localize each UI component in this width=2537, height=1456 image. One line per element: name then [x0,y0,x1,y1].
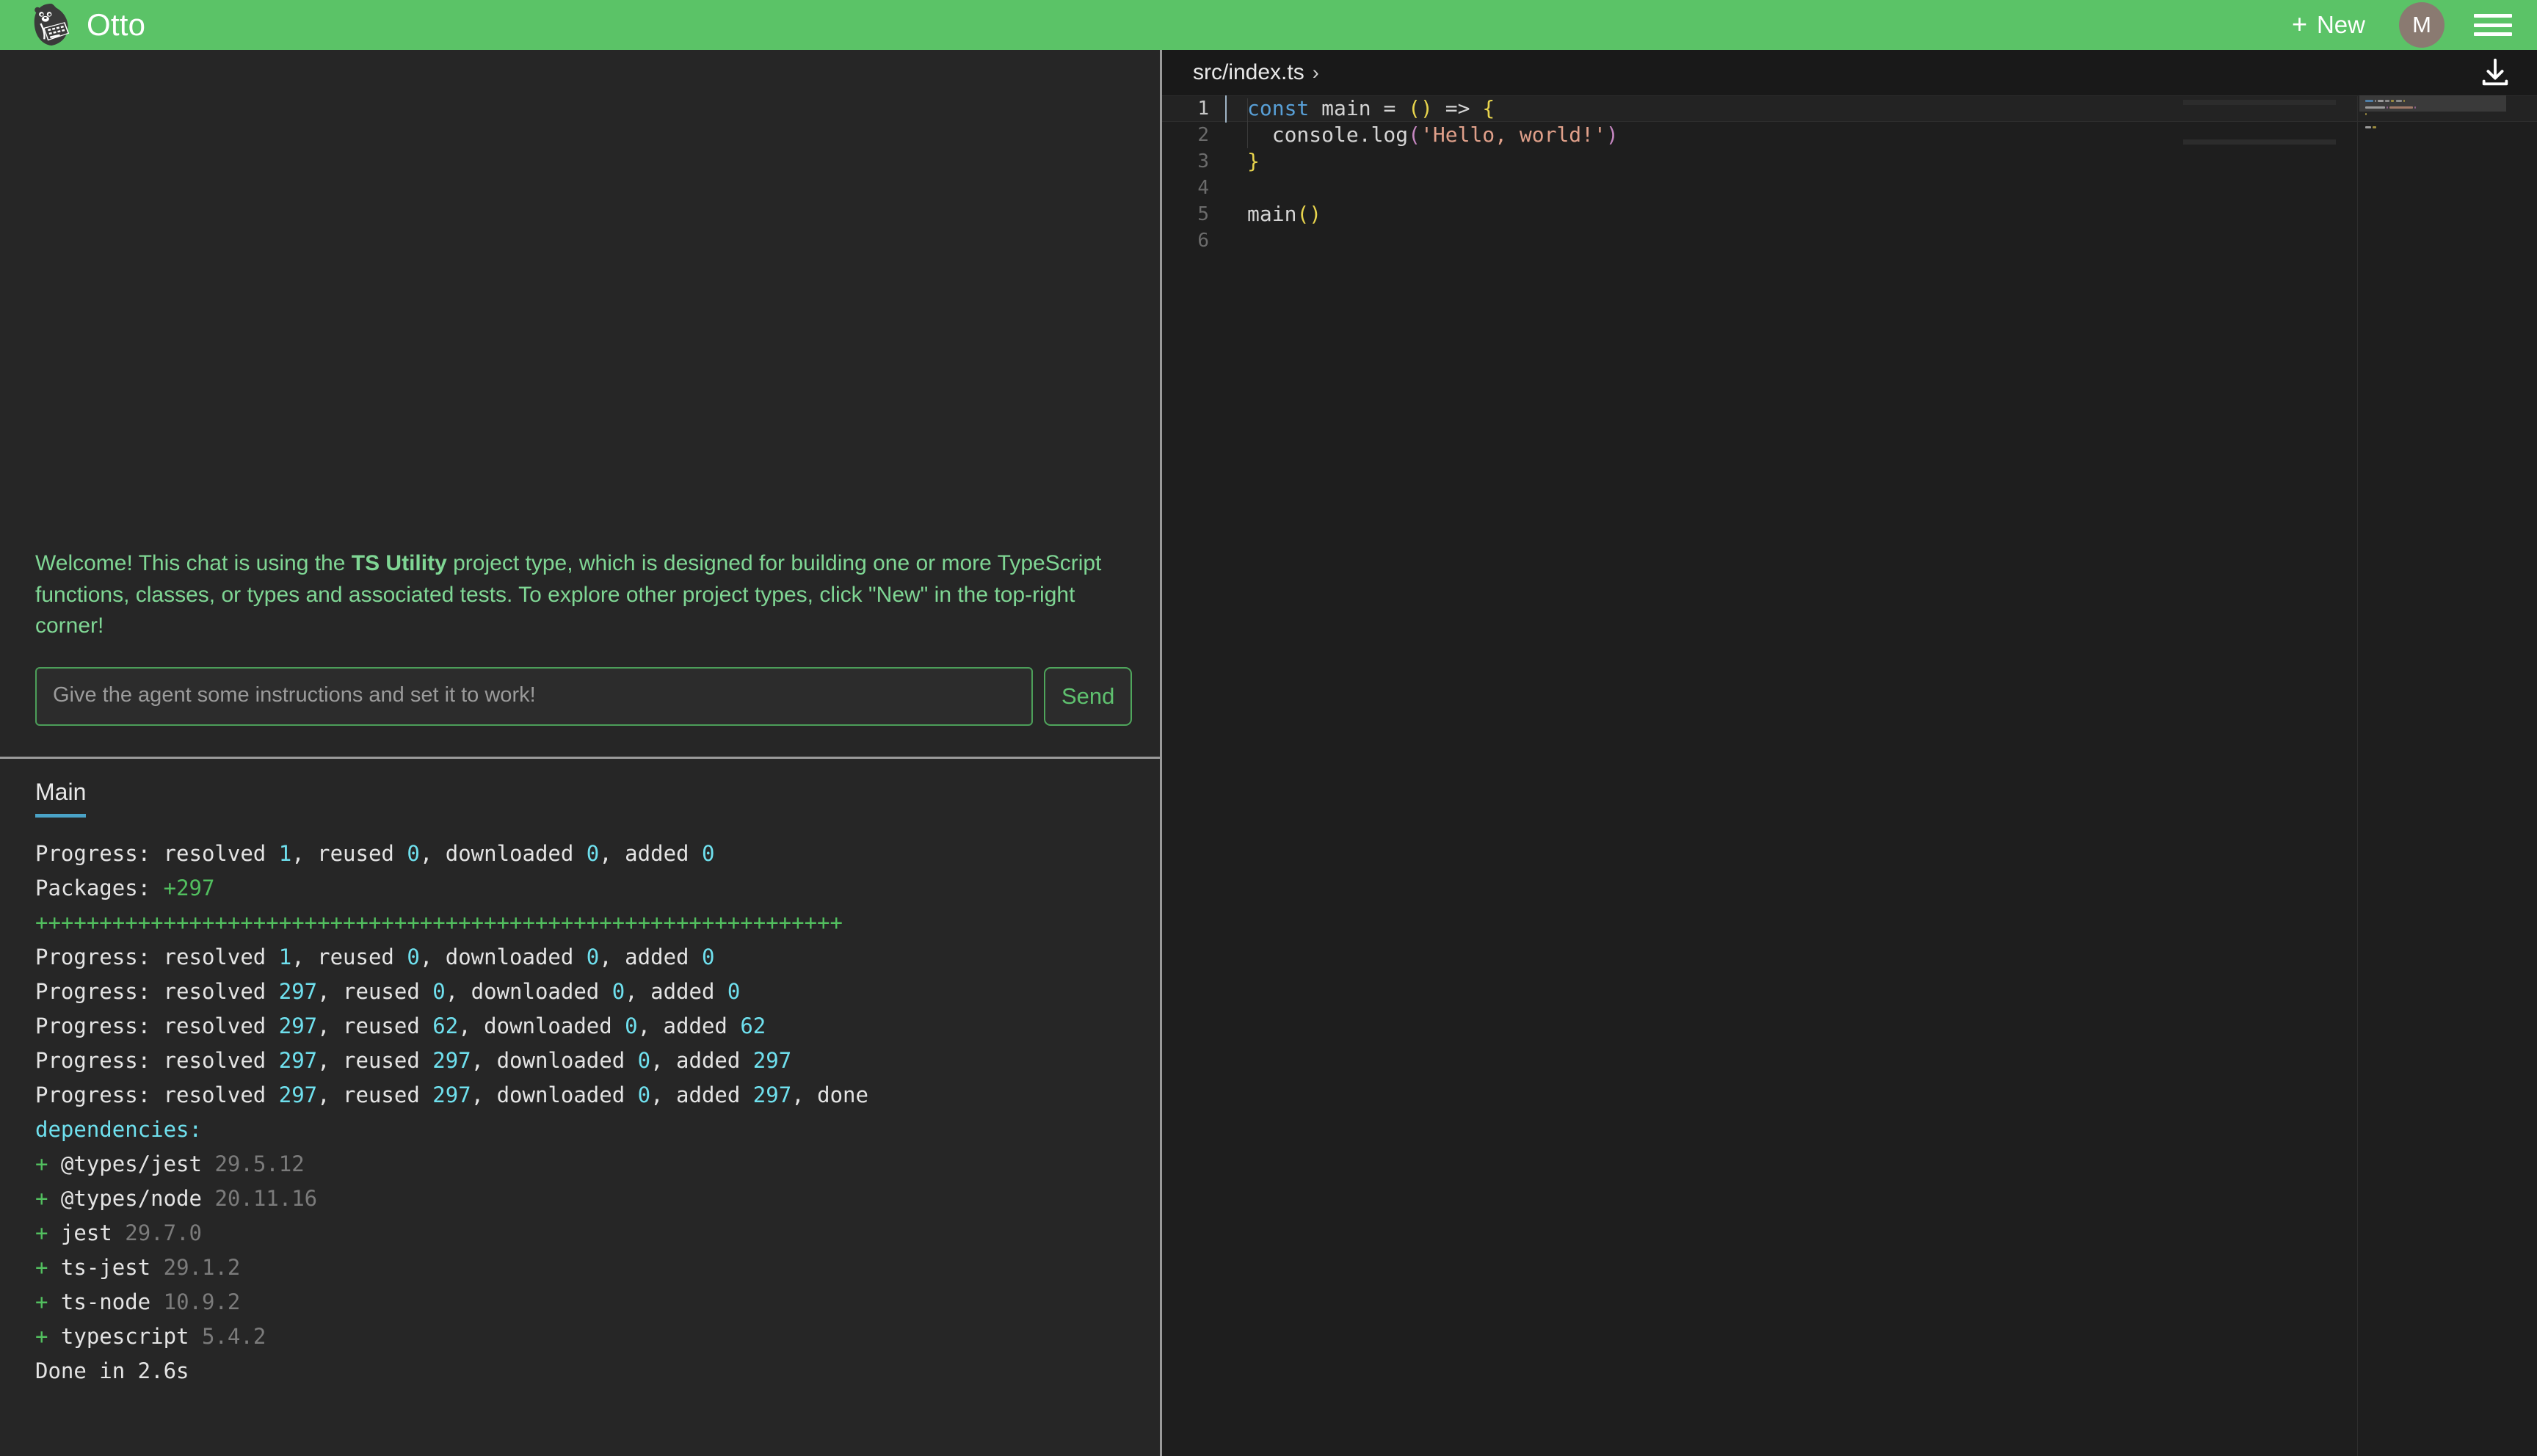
terminal-pane: Main Progress: resolved 1, reused 0, dow… [0,759,1160,1456]
code-token: ) [1605,123,1619,147]
send-button[interactable]: Send [1044,667,1133,726]
terminal-line: + jest 29.7.0 [35,1220,202,1245]
terminal-line: Packages: +297 [35,876,215,901]
code-text[interactable]: main() [1225,201,2537,228]
code-line[interactable]: 1 const main = () => { [1162,95,2537,123]
terminal-line: Progress: resolved 297, reused 297, down… [35,1048,792,1073]
editor-scrollbar[interactable] [2524,95,2537,1456]
menu-bar-2 [2474,23,2512,27]
terminal-line: Progress: resolved 297, reused 297, down… [35,1082,868,1107]
new-button-label: New [2316,11,2365,38]
terminal-line: Progress: resolved 1, reused 0, download… [35,841,715,867]
terminal-tabs: Main [35,779,1125,818]
code-line[interactable]: 2 console.log('Hello, world!') [1162,122,2537,148]
code-token: ( [1408,123,1421,147]
terminal-line: Done in 2.6s [35,1358,189,1383]
terminal-line: Progress: resolved 297, reused 0, downlo… [35,979,741,1005]
otter-laptop-logo-icon [34,3,70,46]
line-number: 4 [1197,177,1209,199]
code-token: main [1321,96,1371,120]
code-token: main [1247,202,1297,226]
code-line[interactable]: 4 [1162,175,2537,201]
menu-bar-3 [2474,32,2512,36]
code-token: 'Hello, world!' [1420,123,1606,147]
terminal-line: + @types/node 20.11.16 [35,1185,318,1211]
code-token: { [1482,96,1495,120]
code-token: => [1432,96,1483,120]
hamburger-menu-icon[interactable] [2474,9,2512,41]
brand-title: Otto [87,7,146,42]
code-token: console.log [1247,123,1409,147]
line-number: 6 [1197,230,1209,252]
new-button[interactable]: + New [2287,8,2370,42]
terminal-line: Progress: resolved 1, reused 0, download… [35,944,715,970]
terminal-line: + ts-node 10.9.2 [35,1289,241,1314]
menu-bar-1 [2474,14,2512,18]
terminal-line: + @types/jest 29.5.12 [35,1151,305,1176]
terminal-tab-main[interactable]: Main [35,779,87,818]
code-token: const [1247,96,1310,120]
welcome-prefix: Welcome! This chat is using the [35,551,352,576]
breadcrumb-path: src/index.ts [1193,60,1304,84]
code-text[interactable]: } [1225,148,2537,175]
code-line[interactable]: 5 main() [1162,201,2537,228]
code-area[interactable]: 1 const main = () => {2 console.log('Hell… [1162,95,2537,1456]
chat-input[interactable] [35,667,1033,726]
chat-pane: Welcome! This chat is using the TS Utili… [0,50,1160,759]
line-number: 1 [1197,98,1209,120]
welcome-project-type: TS Utility [351,551,447,576]
editor-body[interactable]: 1 const main = () => {2 console.log('Hell… [1162,95,2537,1456]
line-number: 2 [1197,124,1209,146]
code-line[interactable]: 6 [1162,228,2537,254]
terminal-tab-label: Main [35,779,87,805]
code-token: () [1296,202,1322,226]
code-text[interactable]: console.log('Hello, world!') [1225,122,2537,148]
indent-guide [1247,98,1248,148]
code-token: = [1371,96,1409,120]
code-token: } [1247,149,1260,173]
code-token: () [1408,96,1433,120]
workspace: Welcome! This chat is using the TS Utili… [0,50,2537,1456]
terminal-line: + typescript 5.4.2 [35,1323,266,1349]
avatar[interactable]: M [2399,2,2445,48]
editor-column: src/index.ts › 1 const main = () => {2 co… [1162,50,2537,1456]
brand: Otto [28,2,145,48]
terminal-line: Progress: resolved 297, reused 62, downl… [35,1013,766,1039]
breadcrumb[interactable]: src/index.ts › [1193,60,1319,85]
terminal-output: Progress: resolved 1, reused 0, download… [35,837,1125,1388]
composer: Send [35,667,1133,726]
terminal-line: dependencies: [35,1116,202,1142]
chevron-right-icon: › [1312,61,1319,84]
line-number: 5 [1197,203,1209,225]
app-header: Otto + New M [0,0,2537,50]
welcome-message: Welcome! This chat is using the TS Utili… [35,548,1103,642]
plus-icon: + [2291,9,2307,39]
code-text[interactable]: const main = () => { [1225,95,2537,123]
avatar-initial: M [2412,12,2431,37]
code-line[interactable]: 3} [1162,148,2537,175]
left-column: Welcome! This chat is using the TS Utili… [0,50,1162,1456]
line-number: 3 [1197,150,1209,172]
editor-titlebar: src/index.ts › [1162,50,2537,95]
terminal-line: ++++++++++++++++++++++++++++++++++++++++… [35,910,843,936]
download-icon[interactable] [2478,56,2512,90]
terminal-line: + ts-jest 29.1.2 [35,1254,241,1280]
editor-overview-ruler [2357,95,2358,1456]
header-actions: + New M [2287,2,2512,48]
